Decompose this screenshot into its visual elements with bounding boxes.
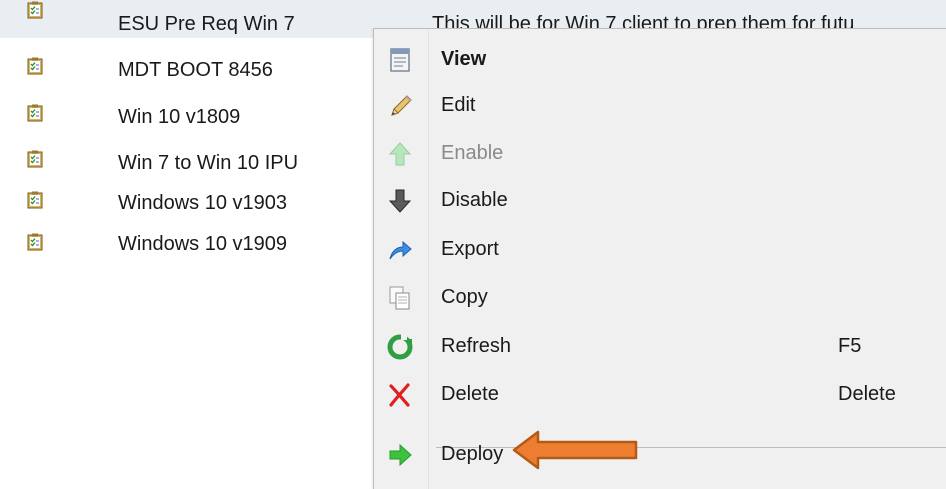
task-sequence-icon	[27, 1, 43, 19]
list-item-name: MDT BOOT 8456	[118, 59, 273, 81]
task-sequence-icon	[27, 150, 43, 168]
menu-item-label: Edit	[441, 94, 476, 116]
view-icon	[390, 48, 410, 72]
task-sequence-icon	[27, 191, 43, 209]
menu-item-copy[interactable]: Copy	[374, 275, 946, 321]
menu-item-label: Delete	[441, 383, 499, 405]
menu-item-export[interactable]: Export	[374, 227, 946, 273]
copy-icon	[389, 286, 410, 310]
list-item-name: Win 7 to Win 10 IPU	[118, 152, 299, 174]
list-item-name: Windows 10 v1903	[118, 192, 287, 214]
task-sequence-icon	[27, 57, 43, 75]
deploy-arrow-icon	[389, 443, 412, 467]
list-item-name: Windows 10 v1909	[118, 233, 287, 255]
enable-arrow-up-icon	[388, 142, 412, 166]
export-arrow-icon	[389, 240, 412, 260]
menu-item-disable[interactable]: Disable	[374, 178, 946, 224]
menu-item-label: Refresh	[441, 335, 512, 357]
menu-item-enable[interactable]: Enable	[374, 131, 946, 177]
menu-item-deploy[interactable]: Deploy	[374, 432, 946, 478]
list-item-name: ESU Pre Req Win 7	[118, 13, 295, 35]
menu-item-label: Export	[441, 238, 499, 260]
context-menu: View Edit Enable Disable Export Copy Ref…	[373, 28, 946, 489]
refresh-icon	[387, 334, 413, 360]
menu-item-label: Disable	[441, 189, 508, 211]
annotation-arrow-icon	[512, 430, 638, 470]
list-item-name: Win 10 v1809	[118, 106, 241, 128]
pencil-icon	[391, 95, 412, 116]
task-sequence-icon	[27, 233, 43, 251]
task-sequence-icon	[27, 104, 43, 122]
disable-arrow-down-icon	[388, 189, 412, 213]
menu-item-label: Enable	[441, 142, 504, 164]
menu-item-shortcut: Delete	[838, 383, 896, 405]
delete-x-icon	[389, 383, 410, 407]
menu-item-label: Copy	[441, 286, 488, 308]
menu-item-view[interactable]: View	[374, 37, 946, 83]
menu-item-edit[interactable]: Edit	[374, 83, 946, 129]
menu-item-label: View	[441, 48, 487, 70]
menu-item-refresh[interactable]: Refresh F5	[374, 324, 946, 370]
menu-item-shortcut: F5	[838, 335, 862, 357]
menu-item-delete[interactable]: Delete Delete	[374, 372, 946, 418]
menu-item-label: Deploy	[441, 443, 504, 465]
